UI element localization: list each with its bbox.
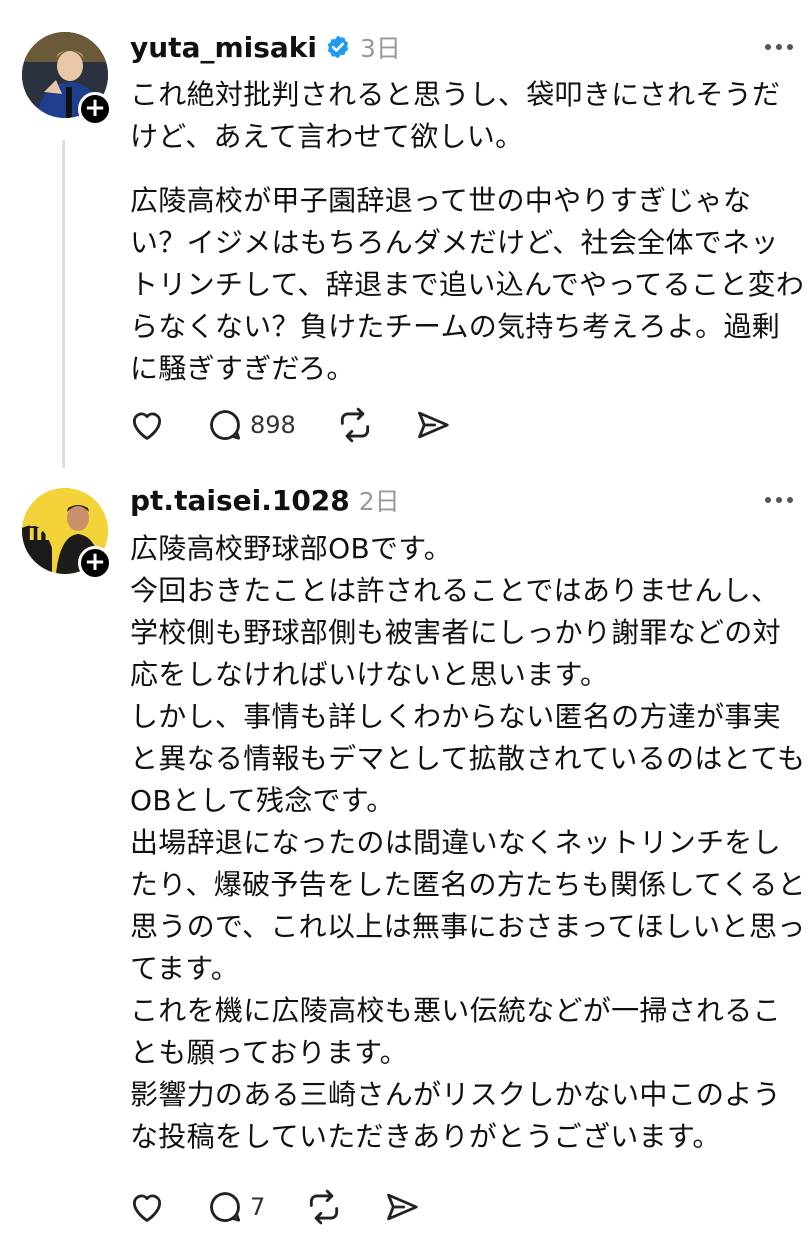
post-paragraph: 出場辞退になったのは間違いなくネットリンチをしたり、爆破予告をした匿名の方たちも… <box>130 826 806 985</box>
post-body: これ絶対批判されると思うし、袋叩きにされそうだけど、あえて言わせて欲しい。 広陵… <box>130 74 806 390</box>
thread-post: in + pt.taisei.1028 2日 広陵高校野球部OBです。 今回おき… <box>0 470 811 1254</box>
verified-badge-icon <box>327 35 349 59</box>
thread-connector-line <box>62 140 65 468</box>
post-time: 2日 <box>358 487 400 516</box>
like-button[interactable] <box>128 1188 166 1226</box>
reply-count: 898 <box>250 411 296 439</box>
post-paragraph: 今回おきたことは許されることではありませんし、学校側も野球部側も被害者にしっかり… <box>130 574 781 691</box>
post-paragraph: これ絶対批判されると思うし、袋叩きにされそうだけど、あえて言わせて欲しい。 <box>130 78 781 153</box>
follow-button[interactable]: + <box>78 92 112 126</box>
comment-icon <box>210 410 241 440</box>
share-icon <box>417 411 449 439</box>
username[interactable]: pt.taisei.1028 <box>130 484 350 517</box>
follow-button[interactable]: + <box>78 546 112 580</box>
post-time: 3日 <box>360 34 401 63</box>
repost-icon <box>310 1189 339 1225</box>
username[interactable]: yuta_misaki <box>130 31 317 64</box>
post-header: yuta_misaki 3日 <box>130 27 401 67</box>
repost-icon <box>340 407 369 443</box>
post-paragraph: これを機に広陵高校も悪い伝統などが一掃されることも願っております。 <box>130 994 781 1069</box>
like-button[interactable] <box>128 406 166 444</box>
post-paragraph: しかし、事情も詳しくわからない匿名の方達が事実と異なる情報もデマとして拡散されて… <box>130 700 806 817</box>
svg-text:in: in <box>28 521 51 546</box>
reply-count: 7 <box>250 1193 266 1221</box>
share-button[interactable] <box>383 1188 421 1226</box>
comment-icon <box>210 1192 241 1222</box>
repost-button[interactable] <box>305 1188 343 1226</box>
thread-post: + yuta_misaki 3日 これ絶対批判されると思うし、袋叩きにされそうだ… <box>0 0 811 470</box>
reply-button[interactable]: 898 <box>206 406 296 444</box>
reply-button[interactable]: 7 <box>206 1188 265 1226</box>
heart-icon <box>132 412 162 440</box>
repost-button[interactable] <box>336 406 374 444</box>
heart-icon <box>132 1194 162 1222</box>
post-actions: 7 <box>128 1187 461 1227</box>
post-paragraph: 広陵高校が甲子園辞退って世の中やりすぎじゃない？イジメはもちろんダメだけど、社会… <box>130 184 805 385</box>
more-options-icon[interactable] <box>763 494 795 506</box>
more-options-icon[interactable] <box>763 41 795 53</box>
post-paragraph: 広陵高校野球部OBです。 <box>130 532 453 565</box>
post-actions: 898 <box>128 405 492 445</box>
post-body: 広陵高校野球部OBです。 今回おきたことは許されることではありませんし、学校側も… <box>130 528 806 1158</box>
post-header: pt.taisei.1028 2日 <box>130 480 400 520</box>
post-paragraph: 影響力のある三崎さんがリスクしかない中このような投稿をしていただきありがとうござ… <box>130 1078 781 1153</box>
share-icon <box>387 1193 418 1221</box>
share-button[interactable] <box>414 406 452 444</box>
